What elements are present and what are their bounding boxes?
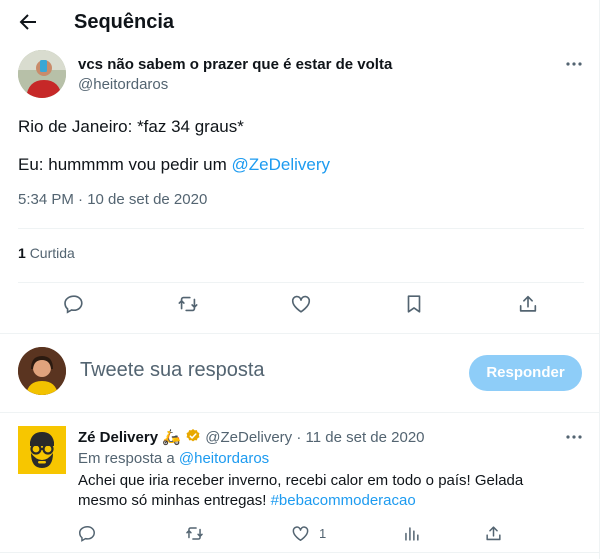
meta-separator: · bbox=[296, 429, 302, 446]
tweet-timestamp[interactable]: 5:34 PM · 10 de set de 2020 bbox=[18, 191, 207, 208]
reply-author-handle[interactable]: @ZeDelivery bbox=[205, 429, 292, 446]
author-avatar-image bbox=[18, 50, 66, 98]
tweet-text-prefix: Eu: hummmm vou pedir um bbox=[18, 155, 232, 174]
tweet-text-line-1: Rio de Janeiro: *faz 34 graus* bbox=[18, 117, 244, 136]
arrow-left-icon[interactable] bbox=[16, 10, 40, 34]
hashtag-link[interactable]: #bebacommoderacao bbox=[271, 492, 416, 509]
mention-link[interactable]: @ZeDelivery bbox=[232, 155, 331, 174]
analytics-icon[interactable] bbox=[402, 524, 421, 543]
current-user-avatar-image bbox=[18, 347, 66, 395]
author-avatar[interactable] bbox=[18, 50, 66, 98]
reply-icon[interactable] bbox=[63, 293, 85, 315]
verified-icon bbox=[186, 429, 200, 442]
retweet-icon[interactable] bbox=[177, 293, 199, 315]
scooter-emoji: 🛵 bbox=[162, 429, 181, 446]
header: Sequência bbox=[0, 0, 600, 46]
reply-text-prefix: mesmo só minhas entregas! bbox=[78, 492, 271, 509]
divider bbox=[18, 282, 584, 283]
page-title: Sequência bbox=[74, 11, 175, 33]
in-reply-to: Em resposta a @heitordaros bbox=[78, 450, 269, 467]
heart-icon[interactable] bbox=[290, 293, 312, 315]
reply-button[interactable]: Responder bbox=[469, 355, 582, 391]
divider bbox=[0, 552, 600, 553]
divider bbox=[0, 333, 600, 334]
in-reply-prefix: Em resposta a bbox=[78, 450, 179, 467]
likes-stat[interactable]: 1 Curtida bbox=[18, 245, 75, 261]
author-handle[interactable]: @heitordaros bbox=[78, 76, 168, 93]
reply-author-name[interactable]: Zé Delivery bbox=[78, 429, 158, 446]
in-reply-handle-link[interactable]: @heitordaros bbox=[179, 450, 269, 467]
divider bbox=[18, 228, 584, 229]
thread-page: Sequência vcs não sabem o prazer que é e… bbox=[0, 0, 600, 559]
heart-icon[interactable] bbox=[291, 524, 310, 543]
likes-label: Curtida bbox=[29, 245, 75, 261]
reply-text-line-1: Achei que iria receber inverno, recebi c… bbox=[78, 472, 524, 489]
reply-author-avatar[interactable] bbox=[18, 426, 66, 474]
author-name[interactable]: vcs não sabem o prazer que é estar de vo… bbox=[78, 56, 392, 73]
more-icon[interactable] bbox=[564, 54, 584, 74]
likes-count: 1 bbox=[18, 245, 26, 261]
tweet-text-line-2: Eu: hummmm vou pedir um @ZeDelivery bbox=[18, 155, 330, 175]
reply-date[interactable]: 11 de set de 2020 bbox=[306, 429, 425, 446]
share-icon[interactable] bbox=[484, 524, 503, 543]
reply-meta: Zé Delivery 🛵 @ZeDelivery · 11 de set de… bbox=[78, 428, 425, 446]
reply-input[interactable]: Tweete sua resposta bbox=[80, 359, 265, 382]
bookmark-icon[interactable] bbox=[403, 293, 425, 315]
reply-text-line-2: mesmo só minhas entregas! #bebacommodera… bbox=[78, 492, 416, 509]
reply-icon[interactable] bbox=[78, 524, 97, 543]
divider bbox=[0, 412, 600, 413]
more-icon[interactable] bbox=[564, 427, 584, 447]
current-user-avatar[interactable] bbox=[18, 347, 66, 395]
ze-logo-icon bbox=[18, 426, 66, 474]
retweet-icon[interactable] bbox=[185, 524, 204, 543]
share-icon[interactable] bbox=[517, 293, 539, 315]
like-count: 1 bbox=[319, 526, 327, 541]
